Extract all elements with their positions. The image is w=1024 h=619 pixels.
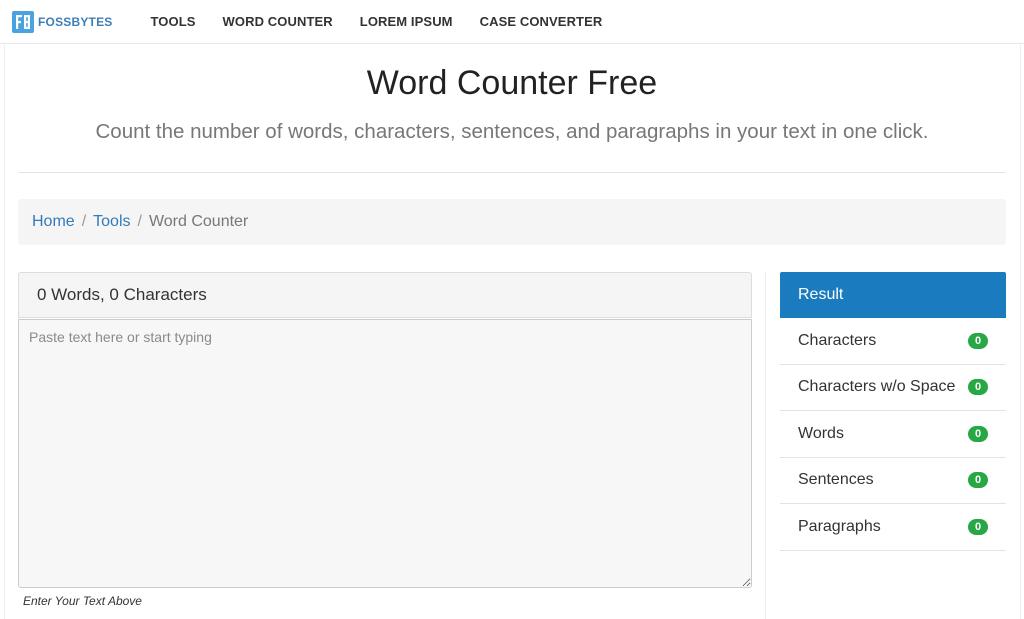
page-container: Word Counter Free Count the number of wo… bbox=[4, 45, 1021, 619]
result-label: Characters bbox=[798, 331, 877, 349]
result-row-characters: Characters 0 bbox=[780, 318, 1006, 365]
fossbytes-logo-icon bbox=[12, 10, 34, 33]
breadcrumb-home[interactable]: Home bbox=[32, 213, 75, 231]
result-row-characters-no-space: Characters w/o Space 0 bbox=[780, 364, 1006, 411]
result-row-words: Words 0 bbox=[780, 411, 1006, 458]
breadcrumb-separator: / bbox=[137, 213, 142, 230]
page-title: Word Counter Free bbox=[366, 64, 658, 102]
column-divider bbox=[765, 272, 766, 619]
breadcrumb-tools[interactable]: Tools bbox=[93, 213, 130, 231]
page-subtitle: Count the number of words, characters, s… bbox=[95, 120, 929, 143]
result-label: Sentences bbox=[798, 471, 874, 489]
result-count-badge: 0 bbox=[968, 425, 988, 442]
result-row-sentences: Sentences 0 bbox=[780, 457, 1006, 504]
nav-case-converter[interactable]: CASE CONVERTER bbox=[480, 14, 603, 29]
brand-name: FOSSBYTES bbox=[38, 14, 113, 29]
brand-home-link[interactable]: FOSSBYTES bbox=[12, 10, 113, 33]
text-input-area[interactable] bbox=[18, 319, 752, 588]
result-count-badge: 0 bbox=[968, 518, 988, 535]
nav-lorem-ipsum[interactable]: LOREM IPSUM bbox=[360, 14, 453, 29]
result-label: Paragraphs bbox=[798, 517, 881, 535]
nav-tools[interactable]: TOOLS bbox=[150, 14, 195, 29]
main-nav: TOOLS WORD COUNTER LOREM IPSUM CASE CONV… bbox=[150, 14, 629, 29]
breadcrumb: Home / Tools / Word Counter bbox=[18, 199, 1006, 245]
word-count-summary: 0 Words, 0 Characters bbox=[18, 272, 752, 318]
results-title: Result bbox=[780, 272, 1006, 318]
breadcrumb-current: Word Counter bbox=[148, 213, 249, 230]
result-count-badge: 0 bbox=[968, 472, 988, 489]
result-label: Characters w/o Space bbox=[798, 378, 956, 396]
nav-word-counter[interactable]: WORD COUNTER bbox=[223, 14, 333, 29]
breadcrumb-separator: / bbox=[81, 213, 87, 230]
results-panel: Result Characters 0 Characters w/o Space… bbox=[780, 272, 1006, 551]
top-navbar: FOSSBYTES TOOLS WORD COUNTER LOREM IPSUM… bbox=[0, 0, 1024, 44]
input-hint: Enter Your Text Above bbox=[23, 594, 142, 608]
result-count-badge: 0 bbox=[968, 379, 988, 396]
result-label: Words bbox=[798, 424, 844, 442]
result-count-badge: 0 bbox=[968, 332, 988, 349]
result-row-paragraphs: Paragraphs 0 bbox=[780, 504, 1006, 551]
hero-header: Word Counter Free Count the number of wo… bbox=[18, 45, 1006, 173]
